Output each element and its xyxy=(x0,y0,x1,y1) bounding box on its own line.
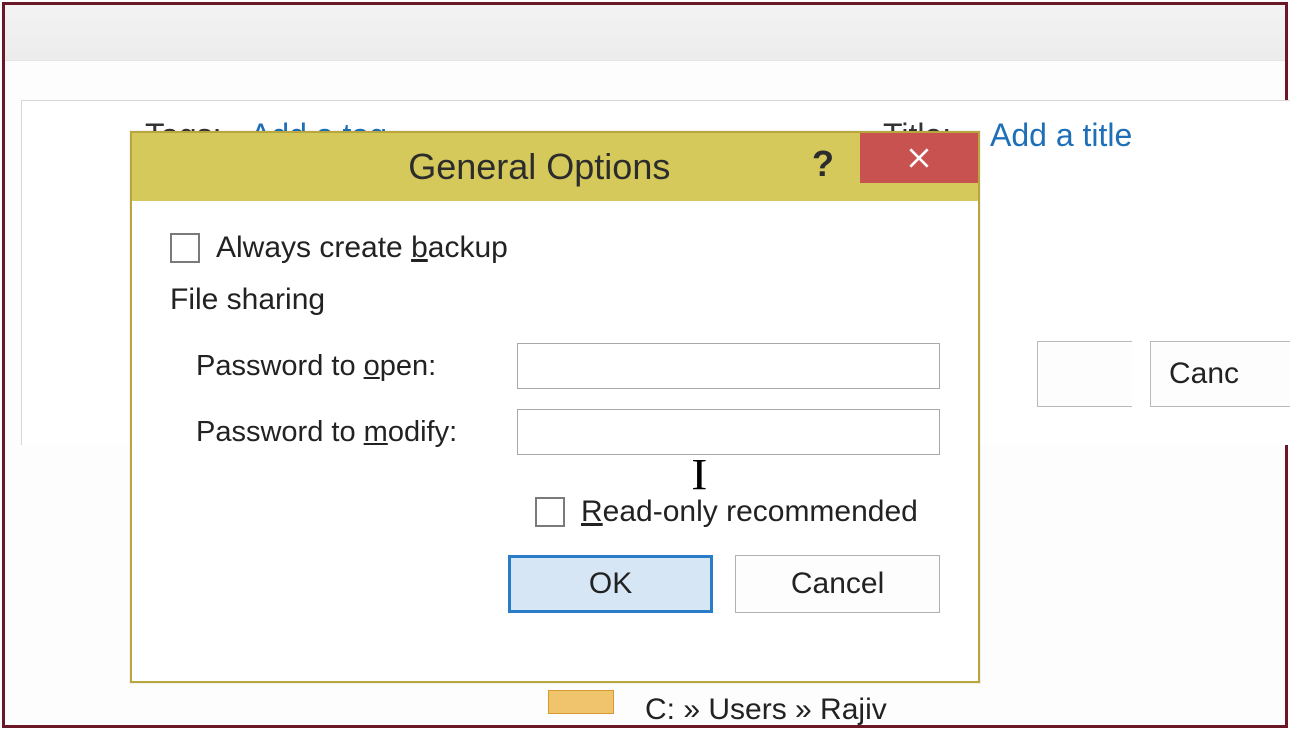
always-create-backup-label[interactable]: Always create backup xyxy=(216,231,508,265)
always-create-backup-row: Always create backup xyxy=(170,231,940,265)
title-value-link[interactable]: Add a title xyxy=(990,117,1132,154)
label-text: Password to xyxy=(196,416,364,448)
breadcrumb-path[interactable]: C: » Users » Rajiv xyxy=(645,693,887,727)
text-cursor-icon: I xyxy=(691,449,707,500)
dialog-body: Always create backup File sharing Passwo… xyxy=(132,201,978,681)
read-only-recommended-label[interactable]: Read-only recommended xyxy=(581,495,918,529)
label-text: pen: xyxy=(380,350,436,382)
dialog-titlebar[interactable]: General Options ? xyxy=(132,133,978,201)
dialog-button-row: OK Cancel xyxy=(508,555,940,613)
parent-cancel-button[interactable]: Canc xyxy=(1150,341,1290,407)
file-sharing-header: File sharing xyxy=(170,283,940,317)
parent-button-hidden[interactable] xyxy=(1037,341,1132,407)
always-create-backup-checkbox[interactable] xyxy=(170,233,200,263)
label-mnemonic: R xyxy=(581,495,603,528)
password-open-label: Password to open: xyxy=(170,350,495,383)
password-modify-row: Password to modify: xyxy=(170,409,940,455)
read-only-recommended-row: Read-only recommended xyxy=(535,495,940,529)
help-button[interactable]: ? xyxy=(796,139,850,189)
password-open-row: Password to open: xyxy=(170,343,940,389)
password-modify-label: Password to modify: xyxy=(170,416,495,449)
password-open-input[interactable] xyxy=(517,343,940,389)
close-button[interactable] xyxy=(860,133,978,183)
label-text: Password to xyxy=(196,350,364,382)
password-modify-input[interactable] xyxy=(517,409,940,455)
label-text: ead-only recommended xyxy=(603,495,918,528)
cancel-button[interactable]: Cancel xyxy=(735,555,940,613)
read-only-recommended-checkbox[interactable] xyxy=(535,497,565,527)
label-text: ackup xyxy=(428,231,508,264)
general-options-dialog: General Options ? Always create backup F… xyxy=(130,131,980,683)
parent-window-toolbar xyxy=(5,5,1285,61)
label-mnemonic: o xyxy=(364,350,380,382)
ok-button[interactable]: OK xyxy=(508,555,713,613)
label-text: odify: xyxy=(388,416,457,448)
label-text: Always create xyxy=(216,231,411,264)
label-mnemonic: b xyxy=(411,231,428,264)
label-mnemonic: m xyxy=(364,416,388,448)
close-icon xyxy=(906,145,932,171)
dialog-title: General Options xyxy=(408,146,670,188)
path-segment-highlight[interactable] xyxy=(548,690,614,714)
